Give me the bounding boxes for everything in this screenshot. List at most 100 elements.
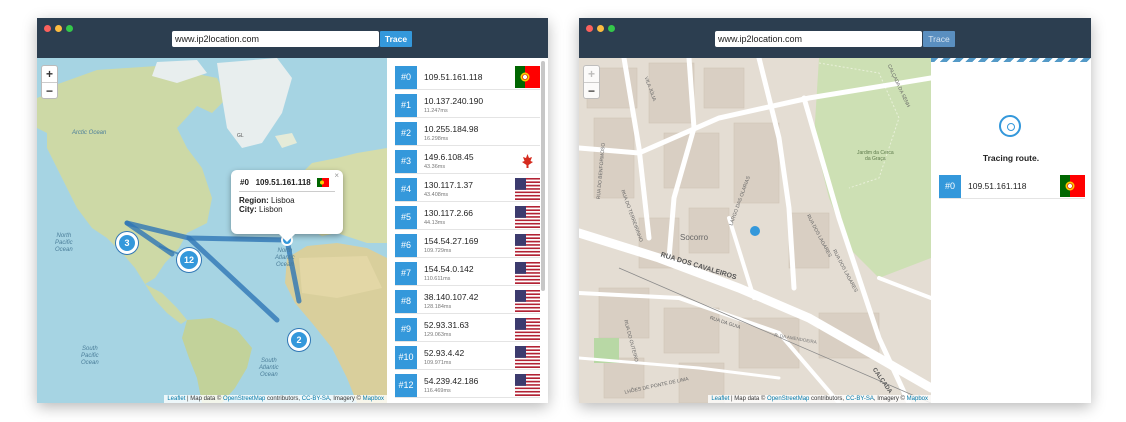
popup-ip: 109.51.161.118: [255, 178, 311, 187]
hop-row[interactable]: #10 52.93.4.42 109.971ms: [395, 344, 540, 370]
zoom-in-button[interactable]: +: [584, 66, 599, 82]
us-flag-icon: [515, 178, 540, 200]
us-flag-icon: [515, 262, 540, 284]
cluster-marker-3[interactable]: 3: [116, 232, 138, 254]
park-label-jardim: Jardim da Cerca da Graça: [857, 150, 894, 162]
hop-row[interactable]: #9 52.93.31.63 129.063ms: [395, 316, 540, 342]
map-attribution: Leaflet | Map data © OpenStreetMap contr…: [164, 395, 387, 403]
mapbox-link[interactable]: Mapbox: [363, 396, 384, 402]
hop-ip: 38.140.107.42: [424, 292, 479, 302]
hop-number: #8: [395, 290, 417, 313]
hop-ip: 154.54.0.142: [424, 264, 474, 274]
url-input[interactable]: [172, 31, 379, 47]
leaflet-link[interactable]: Leaflet: [711, 396, 729, 402]
hop-number: #9: [395, 318, 417, 341]
scrollbar[interactable]: [541, 61, 545, 291]
hop-latency: 116.469ms: [424, 388, 451, 394]
zoom-out-button[interactable]: −: [584, 82, 599, 98]
close-window-button[interactable]: [586, 25, 593, 32]
cluster-marker-2[interactable]: 2: [288, 329, 310, 351]
hop-row[interactable]: #3 149.6.108.45 43.36ms: [395, 148, 540, 174]
popup-region: Region: Lisboa: [239, 196, 295, 205]
maximize-window-button[interactable]: [66, 25, 73, 32]
loading-spinner-icon: [999, 115, 1021, 137]
hop-ip: 10.137.240.190: [424, 96, 484, 106]
hop-list[interactable]: #0 109.51.161.118 #1 10.137.240.190 11.247ms…: [387, 58, 548, 403]
map-attribution: Leaflet | Map data © OpenStreetMap contr…: [708, 395, 931, 403]
hop-ip: 154.54.27.169: [424, 236, 479, 246]
traceroute-window-world: Trace: [37, 18, 548, 403]
hop-number: #0: [939, 175, 961, 198]
location-dot: [750, 226, 760, 236]
zoom-control: + −: [41, 65, 58, 99]
trace-button[interactable]: Trace: [380, 31, 412, 47]
hop-row[interactable]: #7 154.54.0.142 110.611ms: [395, 260, 540, 286]
title-bar: Trace: [37, 18, 548, 58]
hop-row[interactable]: #5 130.117.2.66 44.13ms: [395, 204, 540, 230]
hop-ip: 109.51.161.118: [968, 181, 1027, 191]
hop-row[interactable]: #0 109.51.161.118: [395, 64, 540, 90]
popup-city: City: Lisbon: [239, 205, 283, 214]
world-map[interactable]: Arctic Ocean North Atlantic Ocean North …: [37, 58, 387, 403]
traceroute-window-street: Trace: [579, 18, 1091, 403]
license-link[interactable]: CC-BY-SA: [846, 396, 874, 402]
hop-latency: 11.247ms: [424, 108, 448, 114]
hop-number: #6: [395, 234, 417, 257]
hop-ip: 10.255.184.98: [424, 124, 479, 134]
hop-ip: 149.6.108.45: [424, 152, 474, 162]
map-label-arctic: Arctic Ocean: [72, 130, 107, 136]
url-input[interactable]: [715, 31, 922, 47]
place-label-socorro: Socorro: [680, 233, 709, 242]
us-flag-icon: [515, 318, 540, 340]
mapbox-link[interactable]: Mapbox: [907, 396, 928, 402]
osm-link[interactable]: OpenStreetMap: [223, 396, 265, 402]
osm-link[interactable]: OpenStreetMap: [767, 396, 809, 402]
hop-row[interactable]: #2 10.255.184.98 16.298ms: [395, 120, 540, 146]
maximize-window-button[interactable]: [608, 25, 615, 32]
license-link[interactable]: CC-BY-SA: [302, 396, 330, 402]
hop-latency: 128.184ms: [424, 304, 452, 310]
hop-number: #4: [395, 178, 417, 201]
zoom-in-button[interactable]: +: [42, 66, 57, 82]
tracing-panel: Tracing route. #0 109.51.161.118: [931, 58, 1091, 403]
cluster-marker-12[interactable]: 12: [177, 248, 201, 272]
hop-row[interactable]: #6 154.54.27.169 109.729ms: [395, 232, 540, 258]
hop-number: #7: [395, 262, 417, 285]
popup-close-icon[interactable]: ×: [334, 171, 339, 180]
tracing-status: Tracing route.: [982, 153, 1040, 163]
hop-row[interactable]: #4 130.117.1.37 43.408ms: [395, 176, 540, 202]
hop-row[interactable]: #1 10.137.240.190 11.247ms: [395, 92, 540, 118]
street-map[interactable]: RUA DOS CAVALEIROS Socorro LARGO DAS OLA…: [579, 58, 931, 403]
trace-button[interactable]: Trace: [923, 31, 955, 47]
hop-ip: 109.51.161.118: [424, 72, 483, 82]
ca-flag-icon: [515, 150, 540, 172]
zoom-control: + −: [583, 65, 600, 99]
leaflet-link[interactable]: Leaflet: [167, 396, 185, 402]
hop-latency: 129.063ms: [424, 332, 452, 338]
hop-latency: 110.611ms: [424, 276, 451, 282]
hop-latency: 44.13ms: [424, 220, 446, 226]
minimize-window-button[interactable]: [55, 25, 62, 32]
hop-ip: 130.117.1.37: [424, 180, 473, 190]
hop-row[interactable]: #0 109.51.161.118: [939, 173, 1085, 199]
hop-latency: 16.298ms: [424, 136, 449, 142]
hop-latency: 43.36ms: [424, 164, 446, 170]
us-flag-icon: [515, 290, 540, 312]
close-window-button[interactable]: [44, 25, 51, 32]
hop-ip: 130.117.2.66: [424, 208, 473, 218]
map-label-north-pacific: North Pacific Ocean: [55, 233, 73, 253]
hop-latency: 43.408ms: [424, 192, 449, 198]
progress-stripe: [931, 58, 1091, 62]
hop-number: #12: [395, 374, 417, 397]
hop-latency: 109.729ms: [424, 248, 452, 254]
hop-row[interactable]: #12 54.239.42.186 116.469ms: [395, 372, 540, 398]
minimize-window-button[interactable]: [597, 25, 604, 32]
map-label-south-pacific: South Pacific Ocean: [81, 346, 99, 366]
map-label-north-atlantic: North Atlantic Ocean: [275, 248, 295, 268]
map-label-south-atlantic: South Atlantic Ocean: [259, 358, 279, 378]
hop-row[interactable]: #8 38.140.107.42 128.184ms: [395, 288, 540, 314]
hop-number: #1: [395, 94, 417, 117]
hop-number: #2: [395, 122, 417, 145]
zoom-out-button[interactable]: −: [42, 82, 57, 98]
portugal-flag-icon: [317, 178, 329, 187]
